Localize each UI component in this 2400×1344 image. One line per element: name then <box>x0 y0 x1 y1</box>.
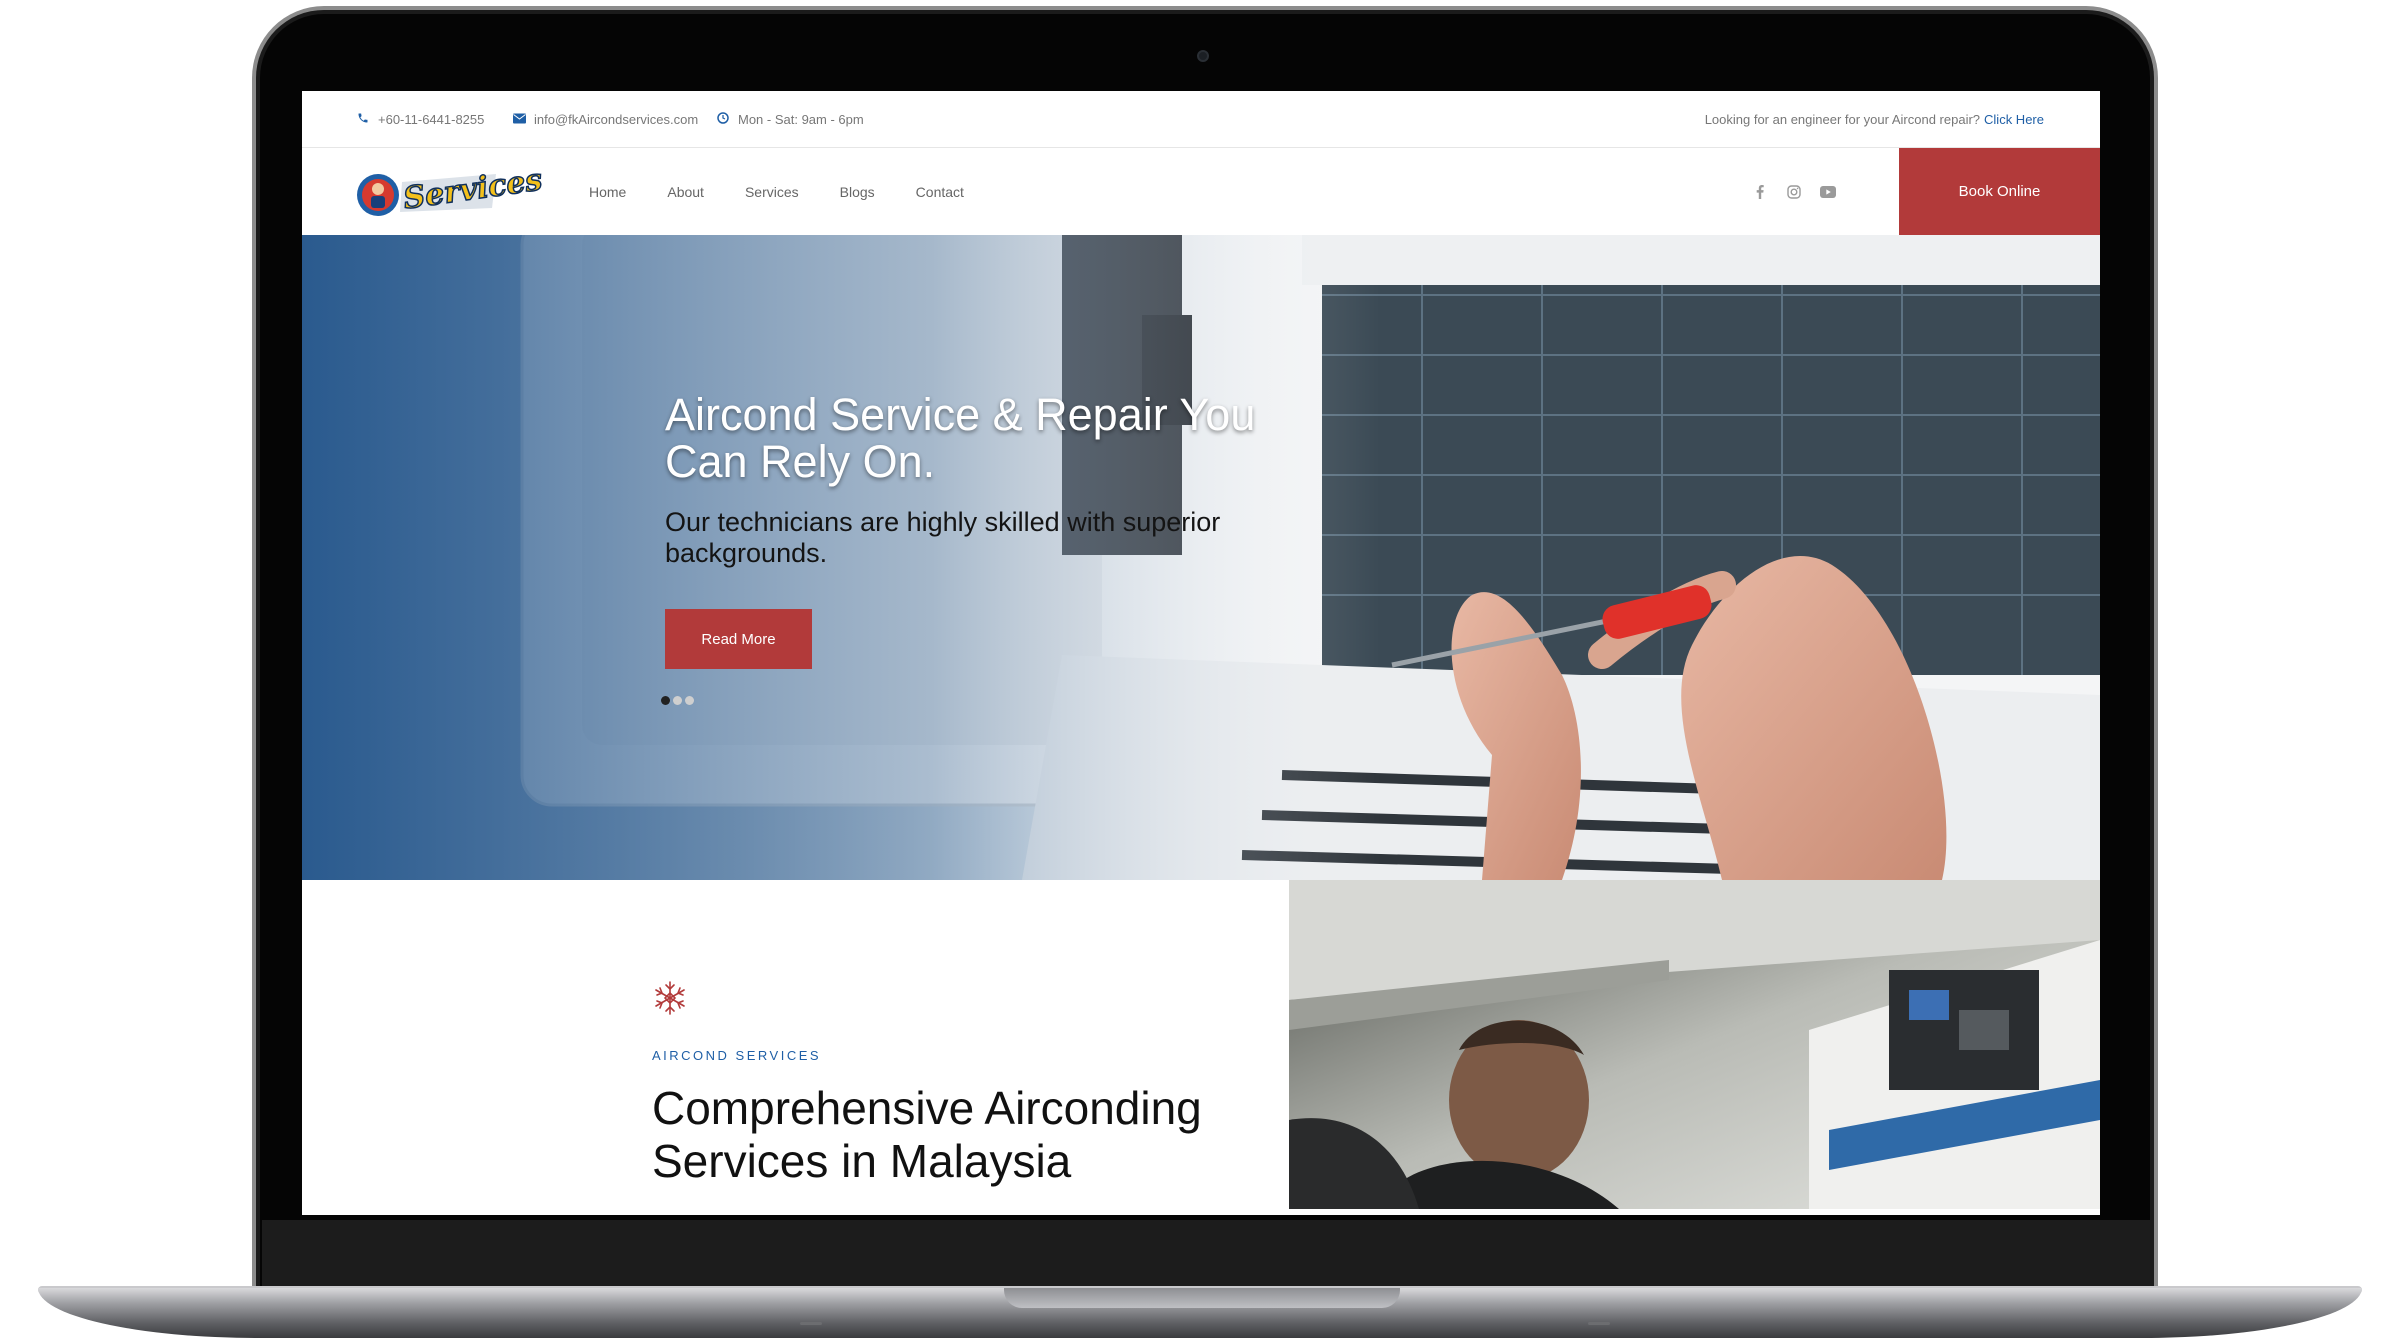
instagram-icon[interactable] <box>1786 184 1802 200</box>
envelope-icon <box>512 113 526 127</box>
phone-info[interactable]: +60-11-6441-8255 <box>356 91 484 148</box>
hero-title: Aircond Service & Repair You Can Rely On… <box>665 389 1256 487</box>
nav-item-about[interactable]: About <box>667 184 704 200</box>
nav-item-services[interactable]: Services <box>745 184 799 200</box>
email-info[interactable]: info@fkAircondservices.com <box>512 91 698 148</box>
read-more-button[interactable]: Read More <box>665 609 812 669</box>
laptop-foot <box>800 1322 822 1325</box>
slider-dot-2[interactable] <box>673 696 682 705</box>
snowflake-icon <box>652 980 688 1016</box>
services-intro: AIRCOND SERVICES Comprehensive Aircondin… <box>302 880 1289 1215</box>
phone-text: +60-11-6441-8255 <box>378 112 485 127</box>
browser-screen: +60-11-6441-8255 info@fkAircondservices.… <box>302 91 2100 1215</box>
book-online-button[interactable]: Book Online <box>1899 148 2100 235</box>
hero-slider: Aircond Service & Repair You Can Rely On… <box>302 235 2100 880</box>
nav-item-home[interactable]: Home <box>589 184 626 200</box>
clock-icon <box>716 112 730 127</box>
youtube-icon[interactable] <box>1820 184 1836 200</box>
email-text: info@fkAircondservices.com <box>534 112 699 127</box>
nav-item-blogs[interactable]: Blogs <box>840 184 875 200</box>
social-links <box>1752 148 1854 235</box>
technician-photo <box>1289 880 2100 1209</box>
main-nav: Home About Services Blogs Contact <box>589 148 1005 235</box>
nav-item-contact[interactable]: Contact <box>916 184 964 200</box>
slider-dots <box>661 696 694 705</box>
site-header: Services Home About Services Blogs Conta… <box>302 148 2100 235</box>
laptop-notch <box>1004 1288 1400 1308</box>
slider-dot-1[interactable] <box>661 696 670 705</box>
top-info-bar: +60-11-6441-8255 info@fkAircondservices.… <box>302 91 2100 148</box>
technician-image <box>1289 880 2100 1209</box>
camera-dot <box>1197 50 1209 62</box>
slider-dot-3[interactable] <box>685 696 694 705</box>
site-logo[interactable]: Services <box>356 162 545 218</box>
promo-text: Looking for an engineer for your Aircond… <box>1704 112 1981 127</box>
section-title: Comprehensive Airconding Services in Mal… <box>652 1082 1202 1187</box>
section-eyebrow: AIRCOND SERVICES <box>652 1048 822 1063</box>
hours-info: Mon - Sat: 9am - 6pm <box>716 91 864 148</box>
click-here-link[interactable]: Click Here <box>1984 112 2044 127</box>
laptop-bezel-bottom <box>262 1220 2150 1296</box>
hours-text: Mon - Sat: 9am - 6pm <box>738 112 864 127</box>
phone-icon <box>356 112 370 127</box>
hero-subtitle: Our technicians are highly skilled with … <box>665 507 1221 568</box>
laptop-foot <box>1588 1322 1610 1325</box>
promo-info: Looking for an engineer for your Aircond… <box>1705 91 2044 148</box>
facebook-icon[interactable] <box>1752 184 1768 200</box>
